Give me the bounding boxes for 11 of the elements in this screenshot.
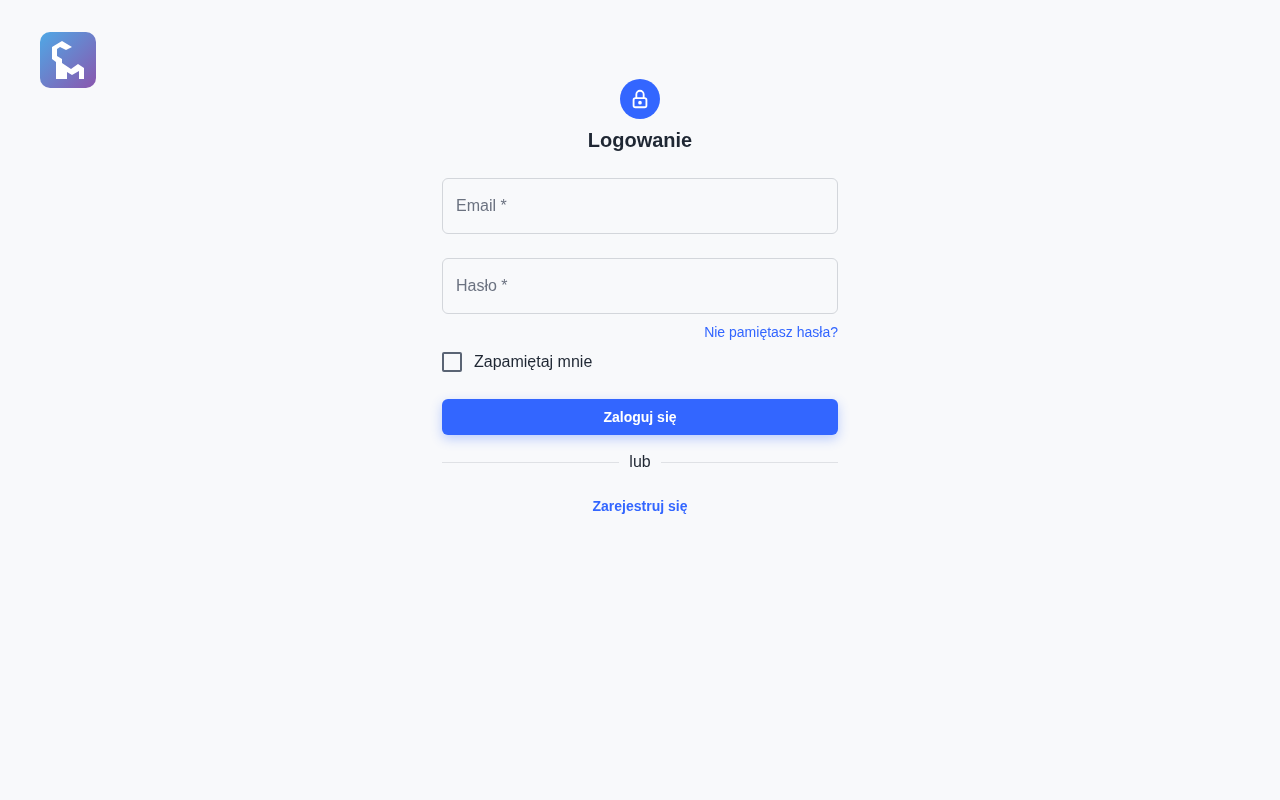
login-button[interactable]: Zaloguj się [442, 399, 838, 435]
divider-label: lub [629, 453, 651, 471]
page-title: Logowanie [587, 129, 693, 152]
input-field[interactable]: Hasło * [442, 258, 838, 314]
remember-checkbox[interactable] [442, 352, 462, 372]
input-field[interactable]: Email * [442, 178, 838, 234]
lock-icon [620, 79, 660, 119]
logo-icon [40, 32, 96, 88]
remember-label: Zapamiętaj mnie [474, 353, 593, 371]
register-link[interactable]: Zarejestruj się [592, 498, 688, 514]
forgot-password-link[interactable]: Nie pamiętasz hasła? [704, 324, 838, 340]
